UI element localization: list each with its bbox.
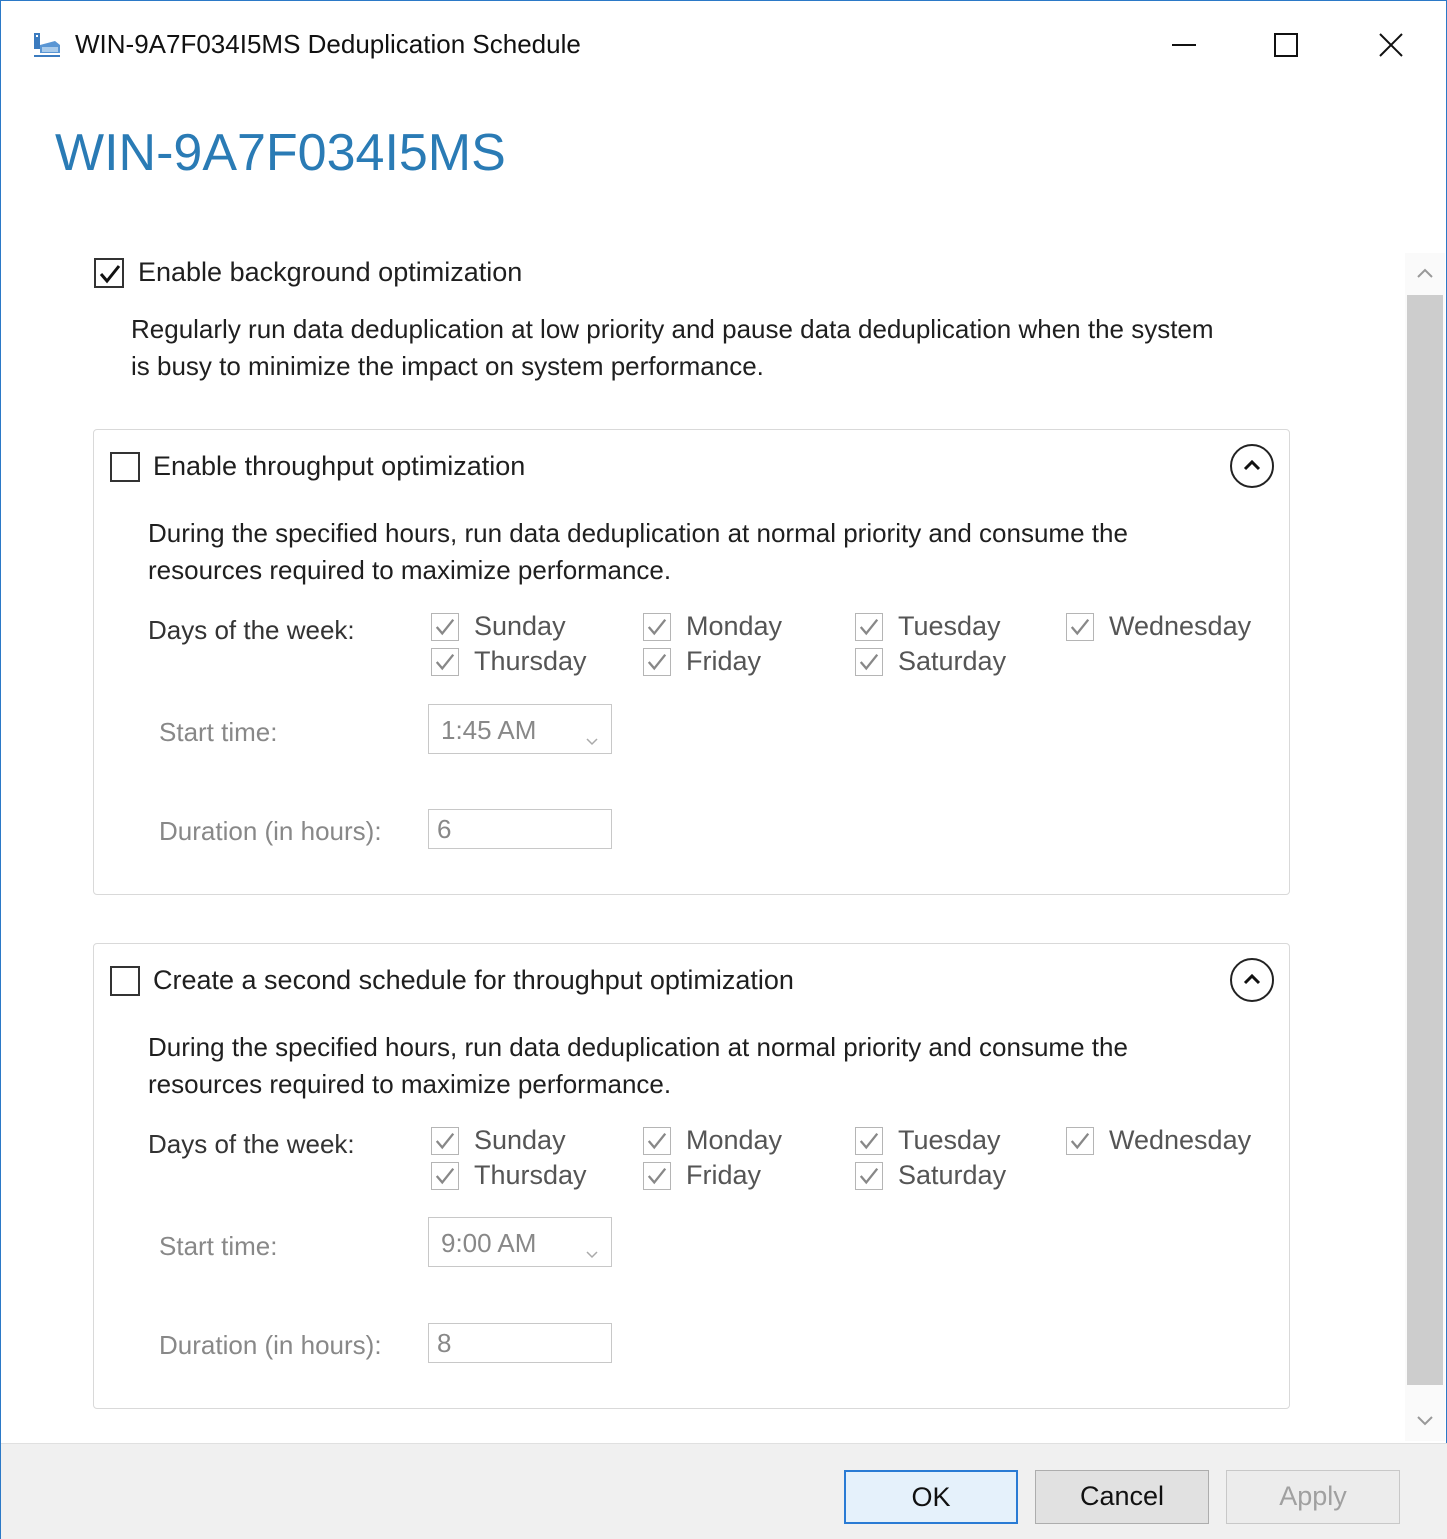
day-label-thursday: Thursday	[474, 646, 587, 676]
minimize-button[interactable]	[1149, 15, 1219, 75]
day-label-friday: Friday	[686, 646, 762, 676]
vertical-scrollbar[interactable]	[1405, 253, 1445, 1441]
window-title: WIN-9A7F034I5MS Deduplication Schedule	[75, 29, 581, 59]
server-manager-icon	[31, 29, 63, 61]
day-checkbox-friday[interactable]	[643, 1162, 671, 1190]
dialog-footer: OK Cancel Apply	[1, 1443, 1447, 1539]
background-optimization-label[interactable]: Enable background optimization	[138, 257, 522, 288]
background-optimization-description: Regularly run data deduplication at low …	[131, 311, 1214, 385]
description-line: resources required to maximize performan…	[148, 1069, 672, 1099]
day-label-monday: Monday	[686, 1125, 783, 1155]
days-of-week-label: Days of the week:	[148, 1129, 355, 1159]
description-line: During the specified hours, run data ded…	[148, 1032, 1128, 1062]
description-line: Regularly run data deduplication at low …	[131, 314, 1214, 344]
day-checkbox-thursday[interactable]	[431, 648, 459, 676]
description-line: is busy to minimize the impact on system…	[131, 351, 764, 381]
days-of-week-label: Days of the week:	[148, 615, 355, 645]
day-checkbox-tuesday[interactable]	[855, 613, 883, 641]
scroll-down-button[interactable]	[1405, 1401, 1445, 1441]
collapse-button[interactable]	[1230, 958, 1274, 1002]
second-schedule-checkbox[interactable]	[110, 966, 140, 996]
day-label-wednesday: Wednesday	[1109, 611, 1252, 641]
day-checkbox-sunday[interactable]	[431, 1127, 459, 1155]
day-label-sunday: Sunday	[474, 611, 566, 641]
day-checkbox-sunday[interactable]	[431, 613, 459, 641]
day-label-sunday: Sunday	[474, 1125, 566, 1155]
background-optimization-checkbox[interactable]	[94, 258, 124, 288]
day-label-friday: Friday	[686, 1160, 762, 1190]
second-schedule-label[interactable]: Create a second schedule for throughput …	[153, 965, 794, 996]
duration-input[interactable]: 6	[428, 809, 612, 849]
chevron-down-icon	[585, 1236, 599, 1267]
dedup-schedule-window: WIN-9A7F034I5MS Deduplication Schedule W…	[0, 0, 1447, 1539]
day-checkbox-wednesday[interactable]	[1066, 1127, 1094, 1155]
day-label-saturday: Saturday	[898, 646, 1007, 676]
server-name-heading: WIN-9A7F034I5MS	[55, 124, 506, 182]
start-time-dropdown[interactable]: 1:45 AM	[428, 704, 612, 754]
maximize-button[interactable]	[1251, 15, 1321, 75]
scroll-thumb[interactable]	[1407, 295, 1443, 1385]
cancel-button[interactable]: Cancel	[1035, 1470, 1209, 1524]
day-label-tuesday: Tuesday	[898, 611, 1001, 641]
throughput-optimization-checkbox[interactable]	[110, 452, 140, 482]
day-label-tuesday: Tuesday	[898, 1125, 1001, 1155]
day-checkbox-wednesday[interactable]	[1066, 613, 1094, 641]
apply-button[interactable]: Apply	[1226, 1470, 1400, 1524]
duration-input[interactable]: 8	[428, 1323, 612, 1363]
scroll-up-button[interactable]	[1405, 253, 1445, 293]
day-checkbox-monday[interactable]	[643, 613, 671, 641]
ok-button[interactable]: OK	[844, 1470, 1018, 1524]
day-checkbox-tuesday[interactable]	[855, 1127, 883, 1155]
day-checkbox-saturday[interactable]	[855, 648, 883, 676]
start-time-label: Start time:	[159, 1231, 278, 1261]
duration-label: Duration (in hours):	[159, 816, 382, 846]
day-label-monday: Monday	[686, 611, 783, 641]
start-time-value: 9:00 AM	[441, 1228, 537, 1258]
day-checkbox-saturday[interactable]	[855, 1162, 883, 1190]
description-line: resources required to maximize performan…	[148, 555, 672, 585]
chevron-down-icon	[585, 723, 599, 754]
day-label-saturday: Saturday	[898, 1160, 1007, 1190]
start-time-value: 1:45 AM	[441, 715, 537, 745]
description-line: During the specified hours, run data ded…	[148, 518, 1128, 548]
throughput-optimization-label[interactable]: Enable throughput optimization	[153, 451, 525, 482]
close-button[interactable]	[1356, 15, 1426, 75]
day-checkbox-friday[interactable]	[643, 648, 671, 676]
start-time-label: Start time:	[159, 717, 278, 747]
day-label-wednesday: Wednesday	[1109, 1125, 1252, 1155]
duration-label: Duration (in hours):	[159, 1330, 382, 1360]
second-schedule-description: During the specified hours, run data ded…	[148, 1029, 1128, 1103]
start-time-dropdown[interactable]: 9:00 AM	[428, 1217, 612, 1267]
throughput-description: During the specified hours, run data ded…	[148, 515, 1128, 589]
day-checkbox-monday[interactable]	[643, 1127, 671, 1155]
day-checkbox-thursday[interactable]	[431, 1162, 459, 1190]
day-label-thursday: Thursday	[474, 1160, 587, 1190]
collapse-button[interactable]	[1230, 444, 1274, 488]
title-bar[interactable]: WIN-9A7F034I5MS Deduplication Schedule	[1, 1, 1446, 89]
